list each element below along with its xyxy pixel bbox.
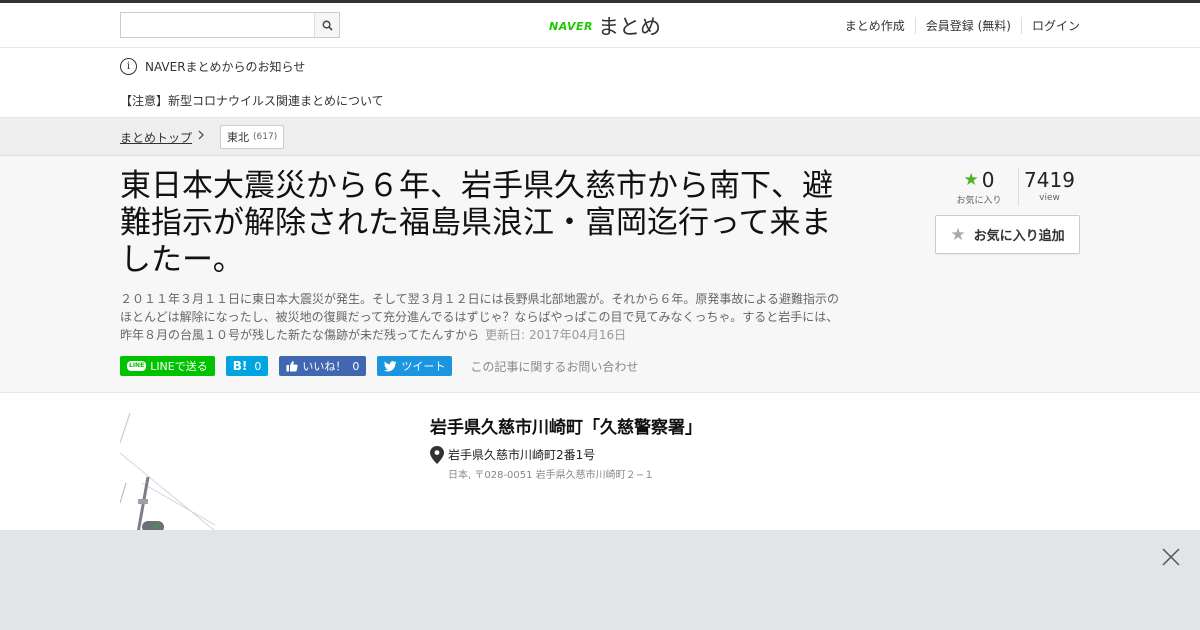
article-description-text: ２０１１年３月１１日に東日本大震災が発生。そして翌３月１２日には長野県北部地震が…	[120, 292, 840, 342]
place-title: 岩手県久慈市川崎町「久慈警察署」	[430, 418, 702, 438]
nav-login[interactable]: ログイン	[1020, 17, 1080, 34]
view-count: 7419	[1024, 168, 1075, 192]
article-title: 東日本大震災から６年、岩手県久慈市から南下、避難指示が解除された福島県浪江・富岡…	[120, 168, 833, 278]
address-sub-line: 日本, 〒028-0051 岩手県久慈市川崎町２−１	[448, 470, 655, 481]
nav-create-matome[interactable]: まとめ作成	[835, 17, 915, 34]
view-label: view	[1039, 193, 1060, 203]
search-icon	[322, 20, 333, 31]
updated-date: 更新日: 2017年04月16日	[485, 328, 627, 342]
hatena-icon: B!	[232, 359, 248, 373]
notice-section: i NAVERまとめからのお知らせ 【注意】新型コロナウイルス関連まとめについて	[0, 48, 1200, 118]
facebook-like-label: いいね！	[302, 360, 347, 373]
search-box	[120, 12, 340, 38]
contact-link[interactable]: この記事に関するお問い合わせ	[470, 358, 638, 375]
article-content: 岩手県久慈市川崎町「久慈警察署」 岩手県久慈市川崎町2番1号 日本, 〒028-…	[0, 393, 1200, 530]
search-button[interactable]	[314, 13, 339, 37]
breadcrumb-top-link[interactable]: まとめトップ	[120, 129, 192, 146]
map-pin-icon	[430, 446, 444, 464]
favorite-label: お気に入り	[956, 196, 1002, 206]
notice-heading: i NAVERまとめからのお知らせ	[120, 58, 305, 75]
view-stat: 7419 view	[1018, 168, 1080, 206]
article-header: 東日本大震災から６年、岩手県久慈市から南下、避難指示が解除された福島県浪江・富岡…	[0, 156, 1200, 393]
street-photo	[120, 413, 215, 530]
favorite-stat: ★ 0 お気に入り	[940, 168, 1018, 206]
facebook-like-count: 0	[352, 359, 360, 373]
chevron-right-icon	[198, 127, 205, 147]
twitter-bird-icon	[384, 360, 398, 371]
nav-register[interactable]: 会員登録 (無料)	[914, 17, 1021, 34]
breadcrumb-tag[interactable]: 東北 (617)	[220, 125, 285, 149]
share-buttons: LINE LINEで送る B! 0 いいね！ 0 ツイート この記事に関するお問…	[120, 356, 638, 376]
address-line: 岩手県久慈市川崎町2番1号	[448, 448, 596, 462]
hatena-bookmark-button[interactable]: B! 0	[225, 356, 269, 376]
line-share-label: LINEで送る	[150, 360, 208, 373]
line-share-button[interactable]: LINE LINEで送る	[120, 356, 215, 376]
star-icon: ★	[963, 170, 979, 190]
tweet-label: ツイート	[401, 360, 446, 373]
site-header: NAVER まとめ まとめ作成 会員登録 (無料) ログイン	[0, 3, 1200, 48]
header-nav: まとめ作成 会員登録 (無料) ログイン	[835, 17, 1080, 34]
thumbs-up-icon	[286, 361, 299, 372]
star-icon: ★	[950, 224, 966, 245]
search-input[interactable]	[121, 13, 314, 37]
favorite-count: 0	[981, 168, 995, 192]
article-stats: ★ 0 お気に入り 7419 view	[940, 168, 1080, 206]
info-icon: i	[120, 58, 137, 75]
line-icon: LINE	[127, 361, 147, 371]
breadcrumb-tag-count: (617)	[253, 132, 278, 142]
add-favorite-button[interactable]: ★ お気に入り追加	[935, 215, 1080, 254]
notice-link[interactable]: 【注意】新型コロナウイルス関連まとめについて	[120, 92, 384, 109]
place-address: 岩手県久慈市川崎町2番1号 日本, 〒028-0051 岩手県久慈市川崎町２−１	[430, 446, 654, 481]
logo-naver: NAVER	[549, 19, 593, 33]
breadcrumb-tag-label: 東北	[227, 131, 249, 144]
add-favorite-label: お気に入り追加	[973, 229, 1065, 244]
hatena-count: 0	[254, 359, 262, 373]
logo-matome: まとめ	[597, 15, 661, 39]
close-icon[interactable]	[1162, 548, 1180, 566]
site-logo[interactable]: NAVER まとめ	[549, 11, 661, 41]
facebook-like-button[interactable]: いいね！ 0	[279, 356, 367, 376]
tweet-button[interactable]: ツイート	[377, 356, 453, 376]
article-description: ２０１１年３月１１日に東日本大震災が発生。そして翌３月１２日には長野県北部地震が…	[120, 290, 850, 344]
breadcrumb: まとめトップ 東北 (617)	[0, 118, 1200, 156]
notice-heading-text: NAVERまとめからのお知らせ	[145, 60, 306, 74]
bottom-banner-overlay	[0, 530, 1200, 630]
